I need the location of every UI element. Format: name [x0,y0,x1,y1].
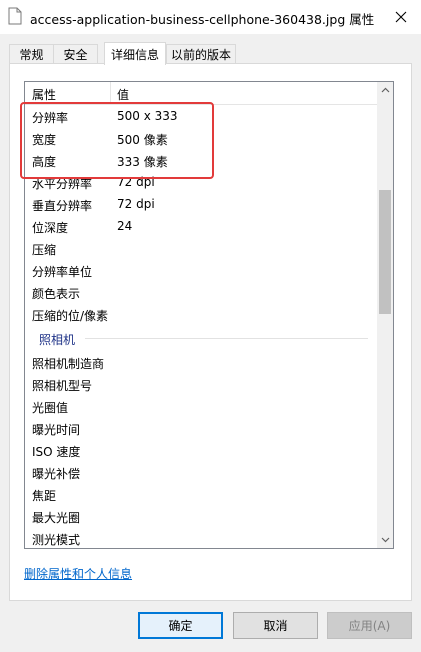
group-label: 照相机 [39,333,76,347]
list-item[interactable]: 压缩 [25,237,378,259]
item-key: 最大光圈 [32,511,81,525]
remove-properties-link[interactable]: 删除属性和个人信息 [24,565,132,582]
chevron-down-icon [381,537,389,543]
list-item[interactable]: 焦距 [25,483,378,505]
tab-details[interactable]: 详细信息 [104,42,166,65]
item-key: 压缩 [32,243,57,257]
list-item[interactable]: 颜色表示 [25,281,378,303]
item-key: 照相机型号 [32,379,93,393]
item-key: 压缩的位/像素 [32,309,109,323]
list-item[interactable]: 压缩的位/像素 [25,303,378,325]
list-item[interactable]: 照相机制造商 [25,351,378,373]
scroll-down-button[interactable] [377,532,393,548]
group-divider [85,338,368,339]
list-item[interactable]: 照相机型号 [25,373,378,395]
file-icon [8,7,22,25]
item-key: 测光模式 [32,533,81,547]
item-key: 照相机制造商 [32,357,105,371]
item-key: 焦距 [32,489,57,503]
tab-previous-versions[interactable]: 以前的版本 [166,44,236,64]
header-divider[interactable] [110,82,111,104]
header-value[interactable]: 值 [117,86,129,103]
item-key: 曝光时间 [32,423,81,437]
list-item[interactable]: ISO 速度 [25,439,378,461]
close-button[interactable] [381,0,421,34]
ok-button[interactable]: 确定 [138,612,223,639]
item-key: 垂直分辨率 [32,199,93,213]
list-item[interactable]: 测光模式 [25,527,378,548]
window-title: access-application-business-cellphone-36… [30,12,375,27]
highlight-annotation [20,102,214,179]
header-property[interactable]: 属性 [32,86,56,103]
chevron-up-icon [381,87,389,93]
item-value: 24 [117,219,133,233]
item-key: 光圈值 [32,401,69,415]
tab-security[interactable]: 安全 [53,44,98,64]
list-item[interactable]: 曝光补偿 [25,461,378,483]
apply-button[interactable]: 应用(A) [327,612,412,639]
list-item[interactable]: 曝光时间 [25,417,378,439]
group-header-camera: 照相机 [25,327,378,349]
item-value: 72 dpi [117,197,155,211]
cancel-button[interactable]: 取消 [233,612,318,639]
scrollbar-thumb[interactable] [379,190,391,314]
scroll-up-button[interactable] [377,82,393,98]
item-key: 位深度 [32,221,69,235]
item-key: 曝光补偿 [32,467,81,481]
list-item[interactable]: 位深度 24 [25,215,378,237]
list-item[interactable]: 最大光圈 [25,505,378,527]
title-bar: access-application-business-cellphone-36… [0,0,421,34]
tab-general[interactable]: 常规 [9,44,54,64]
item-key: ISO 速度 [32,445,81,459]
list-item[interactable]: 分辨率单位 [25,259,378,281]
list-item[interactable]: 垂直分辨率 72 dpi [25,193,378,215]
item-key: 分辨率单位 [32,265,93,279]
vertical-scrollbar[interactable] [377,82,393,548]
close-icon [395,11,407,23]
item-key: 颜色表示 [32,287,81,301]
list-item[interactable]: 光圈值 [25,395,378,417]
